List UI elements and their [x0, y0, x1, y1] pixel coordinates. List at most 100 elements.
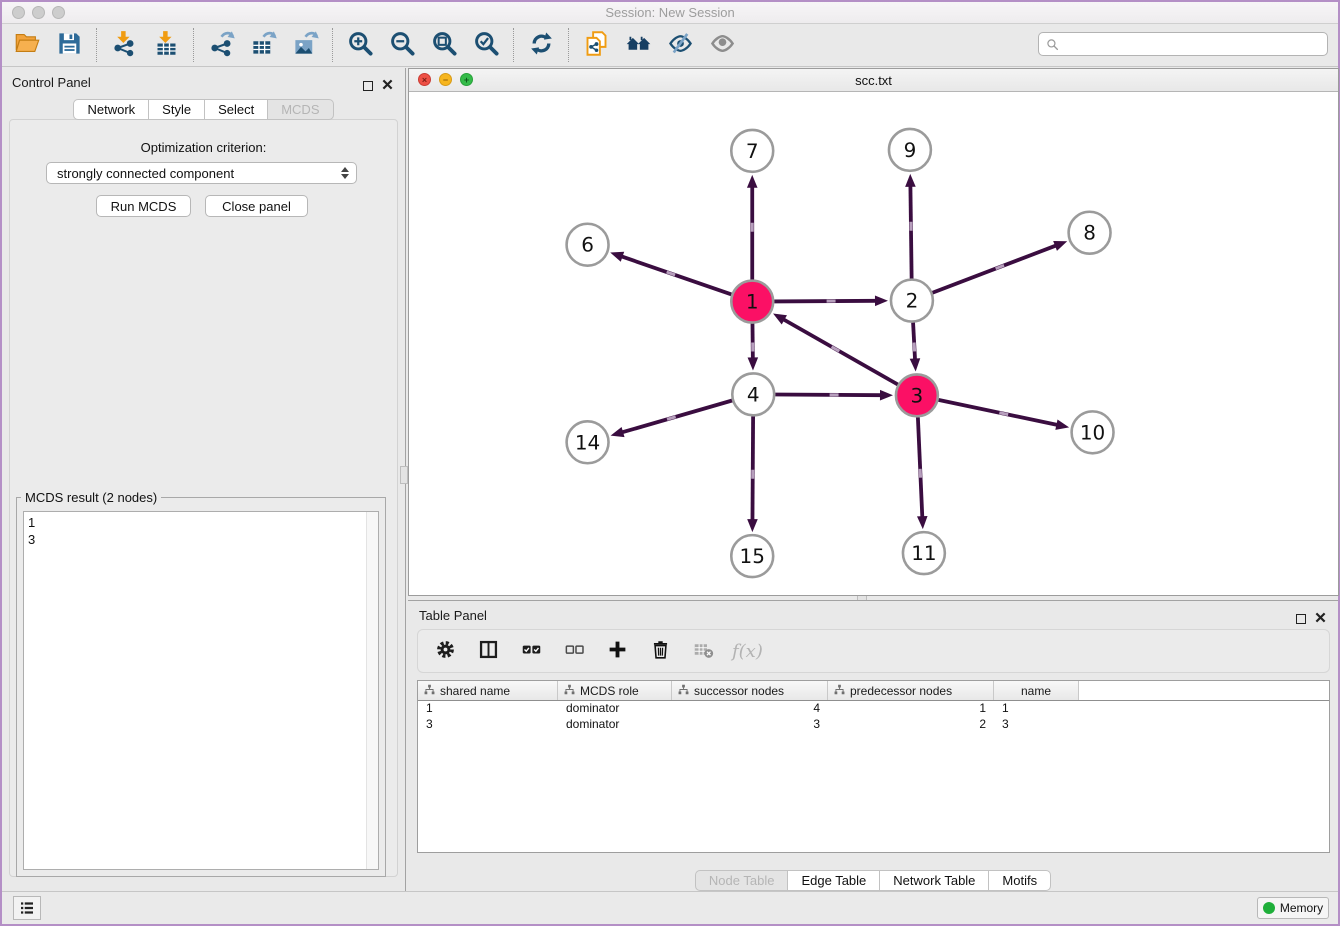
- refresh-icon: [528, 30, 555, 60]
- table-cell[interactable]: 1: [994, 701, 1079, 717]
- zoom-fit-button[interactable]: [427, 29, 461, 61]
- import-table-button[interactable]: [149, 29, 183, 61]
- show-graphics-button[interactable]: [705, 29, 739, 61]
- graph-node-label-15: 15: [740, 544, 765, 568]
- float-panel-icon[interactable]: [363, 81, 373, 91]
- zoom-in-button[interactable]: [343, 29, 377, 61]
- graph-edge-4-3[interactable]: [775, 395, 882, 396]
- graph-edge-4-15[interactable]: [752, 416, 753, 521]
- optimization-select[interactable]: strongly connected component: [46, 162, 357, 184]
- tab-edge-table[interactable]: Edge Table: [788, 870, 880, 891]
- clone-network-button[interactable]: [579, 29, 613, 61]
- gear-button[interactable]: [431, 637, 459, 665]
- search-input[interactable]: [1063, 34, 1327, 54]
- home-button[interactable]: [621, 29, 655, 61]
- task-history-button[interactable]: [13, 896, 41, 920]
- graph-edge-3-1[interactable]: [783, 319, 898, 385]
- column-header-name[interactable]: name: [994, 681, 1079, 700]
- table-panel-title: Table Panel: [419, 608, 487, 623]
- toolbar-group: [107, 29, 183, 61]
- graph-edge-2-8[interactable]: [932, 245, 1057, 293]
- column-header-successor-nodes[interactable]: successor nodes: [672, 681, 828, 700]
- column-label: predecessor nodes: [850, 684, 952, 698]
- hide-graphics-button[interactable]: [663, 29, 697, 61]
- open-folder-button[interactable]: [10, 29, 44, 61]
- table-cell[interactable]: dominator: [558, 701, 672, 717]
- zoom-selected-button[interactable]: [469, 29, 503, 61]
- memory-label: Memory: [1280, 901, 1323, 915]
- run-mcds-button[interactable]: Run MCDS: [96, 195, 191, 217]
- add-button[interactable]: [603, 637, 631, 665]
- zoom-out-button[interactable]: [385, 29, 419, 61]
- select-all-button[interactable]: [517, 637, 545, 665]
- table-cell[interactable]: 3: [672, 717, 828, 733]
- toolbar-separator: [96, 28, 97, 62]
- table-cell[interactable]: 1: [828, 701, 994, 717]
- graph-edge-2-9[interactable]: [910, 185, 911, 279]
- graph-edge-1-6[interactable]: [621, 256, 732, 294]
- table-row[interactable]: 1dominator411: [418, 701, 1329, 717]
- unselect-all-button[interactable]: [560, 637, 588, 665]
- graph-edge-4-14[interactable]: [621, 400, 732, 432]
- table-cell[interactable]: 2: [828, 717, 994, 733]
- close-table-panel-icon[interactable]: [1315, 610, 1326, 628]
- graph-edge-arrowhead: [747, 175, 758, 188]
- close-panel-button[interactable]: Close panel: [205, 195, 308, 217]
- optimization-select-value: strongly connected component: [47, 166, 338, 181]
- tab-select[interactable]: Select: [205, 99, 268, 120]
- graph-node-label-1: 1: [746, 290, 759, 314]
- function-button: f(x): [732, 637, 763, 665]
- graph-edge-3-11[interactable]: [918, 417, 922, 518]
- control-panel-window-icons: [363, 77, 393, 95]
- export-table-button[interactable]: [246, 29, 280, 61]
- export-image-button[interactable]: [288, 29, 322, 61]
- tab-mcds[interactable]: MCDS: [268, 99, 333, 120]
- table-cell[interactable]: 1: [418, 701, 558, 717]
- mcds-result-text[interactable]: 1 3: [23, 511, 379, 870]
- table-row[interactable]: 3dominator323: [418, 717, 1329, 733]
- tab-motifs[interactable]: Motifs: [989, 870, 1051, 891]
- tab-node-table[interactable]: Node Table: [695, 870, 789, 891]
- float-table-panel-icon[interactable]: [1296, 614, 1306, 624]
- table-cell[interactable]: 4: [672, 701, 828, 717]
- graph-edge-arrowhead: [917, 516, 928, 529]
- column-header-shared-name[interactable]: shared name: [418, 681, 558, 700]
- export-network-button[interactable]: [204, 29, 238, 61]
- save-button[interactable]: [52, 29, 86, 61]
- select-all-icon: [521, 639, 542, 663]
- trash-button[interactable]: [646, 637, 674, 665]
- column-header-predecessor-nodes[interactable]: predecessor nodes: [828, 681, 994, 700]
- close-panel-icon[interactable]: [382, 77, 393, 95]
- table-cell[interactable]: 3: [994, 717, 1079, 733]
- memory-button[interactable]: Memory: [1257, 897, 1329, 919]
- graph-node-label-6: 6: [581, 233, 594, 257]
- graph-edge-1-2[interactable]: [774, 301, 877, 302]
- trash-icon: [650, 639, 671, 663]
- network-canvas[interactable]: 7968124310141511: [409, 93, 1338, 595]
- tab-network[interactable]: Network: [73, 99, 149, 120]
- graph-edge-label-mark: [832, 347, 840, 351]
- import-network-button[interactable]: [107, 29, 141, 61]
- toolbar-group: [204, 29, 322, 61]
- export-network-icon: [208, 30, 235, 60]
- panel-splitter-handle[interactable]: [400, 466, 408, 484]
- column-tree-icon: [678, 684, 694, 698]
- result-scrollbar[interactable]: [366, 512, 378, 869]
- tab-style[interactable]: Style: [149, 99, 205, 120]
- table-cell[interactable]: 3: [418, 717, 558, 733]
- column-label: MCDS role: [580, 684, 639, 698]
- columns-button[interactable]: [474, 637, 502, 665]
- search-box[interactable]: [1038, 32, 1328, 56]
- graph-node-label-2: 2: [906, 289, 919, 313]
- graph-node-label-3: 3: [911, 383, 924, 407]
- graph-node-label-10: 10: [1080, 420, 1105, 444]
- column-header-MCDS-role[interactable]: MCDS role: [558, 681, 672, 700]
- graph-edge-2-3[interactable]: [913, 323, 915, 361]
- table-cell[interactable]: dominator: [558, 717, 672, 733]
- hide-graphics-icon: [667, 30, 694, 60]
- tab-network-table[interactable]: Network Table: [880, 870, 989, 891]
- zoom-out-icon: [389, 30, 416, 60]
- refresh-button[interactable]: [524, 29, 558, 61]
- graph-node-label-4: 4: [747, 382, 760, 406]
- graph-edge-3-10[interactable]: [938, 400, 1058, 425]
